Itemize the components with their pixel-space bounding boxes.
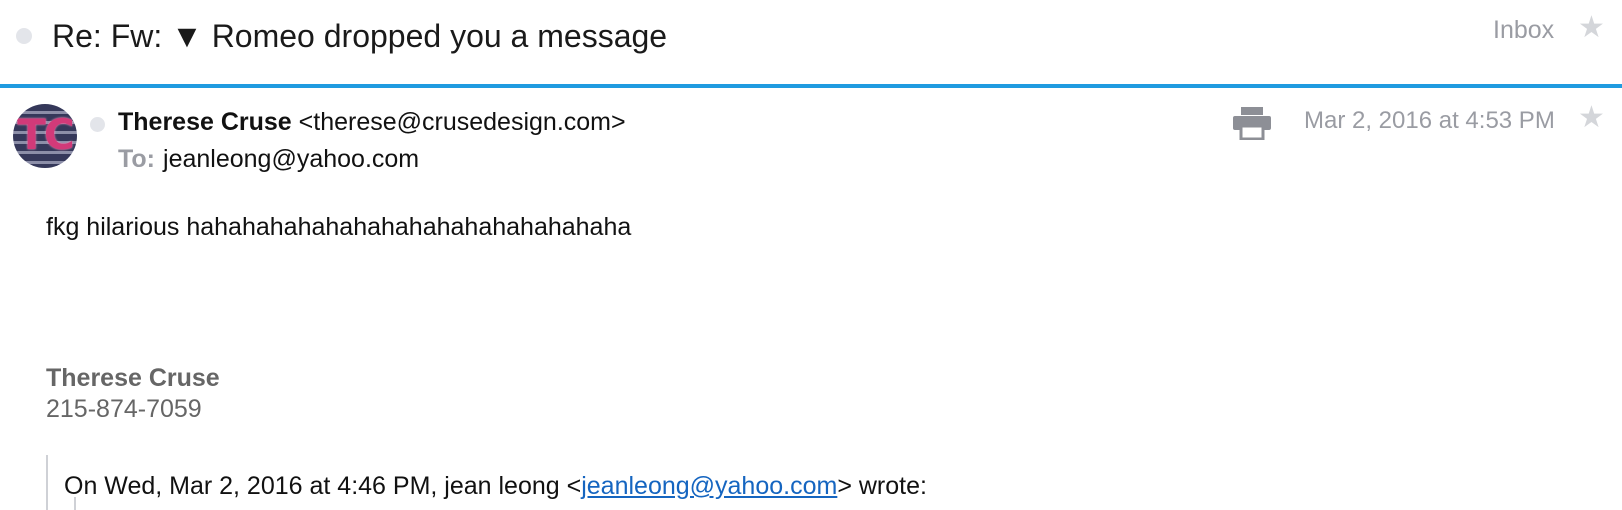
header-divider [0, 84, 1622, 88]
quote-suffix: > wrote: [837, 472, 927, 500]
quote-prefix: On Wed, Mar 2, 2016 at 4:46 PM, jean leo… [64, 472, 582, 500]
signature-name: Therese Cruse [46, 364, 220, 392]
avatar: TC [13, 104, 77, 168]
message-date: Mar 2, 2016 at 4:53 PM [1304, 107, 1555, 134]
recipient-line: To: jeanleong@yahoo.com [118, 145, 419, 174]
signature-phone: 215-874-7059 [46, 395, 202, 423]
sender-line: Therese Cruse <therese@crusedesign.com> [118, 108, 626, 137]
sender-name[interactable]: Therese Cruse [118, 108, 292, 136]
subject-title: Re: Fw: ▼ Romeo dropped you a message [52, 18, 668, 54]
message-body: fkg hilarious hahahahahahahahahahahahaha… [46, 213, 632, 241]
message-unread-indicator[interactable] [90, 117, 105, 132]
to-label: To: [118, 145, 156, 173]
quote-email-link[interactable]: jeanleong@yahoo.com [581, 472, 837, 500]
star-icon[interactable]: ★ [1578, 13, 1605, 43]
print-icon[interactable] [1233, 106, 1271, 141]
avatar-initials: TC [17, 110, 74, 159]
message-star-icon[interactable]: ★ [1578, 103, 1605, 133]
subject-bar: Re: Fw: ▼ Romeo dropped you a message In… [0, 0, 1622, 84]
folder-label-inbox[interactable]: Inbox [1493, 16, 1554, 45]
quote-attribution: On Wed, Mar 2, 2016 at 4:46 PM, jean leo… [64, 472, 927, 501]
recipient-email[interactable]: jeanleong@yahoo.com [163, 145, 419, 173]
sender-email[interactable]: <therese@crusedesign.com> [299, 108, 626, 136]
unread-indicator[interactable] [16, 28, 32, 44]
quote-border [46, 455, 48, 510]
